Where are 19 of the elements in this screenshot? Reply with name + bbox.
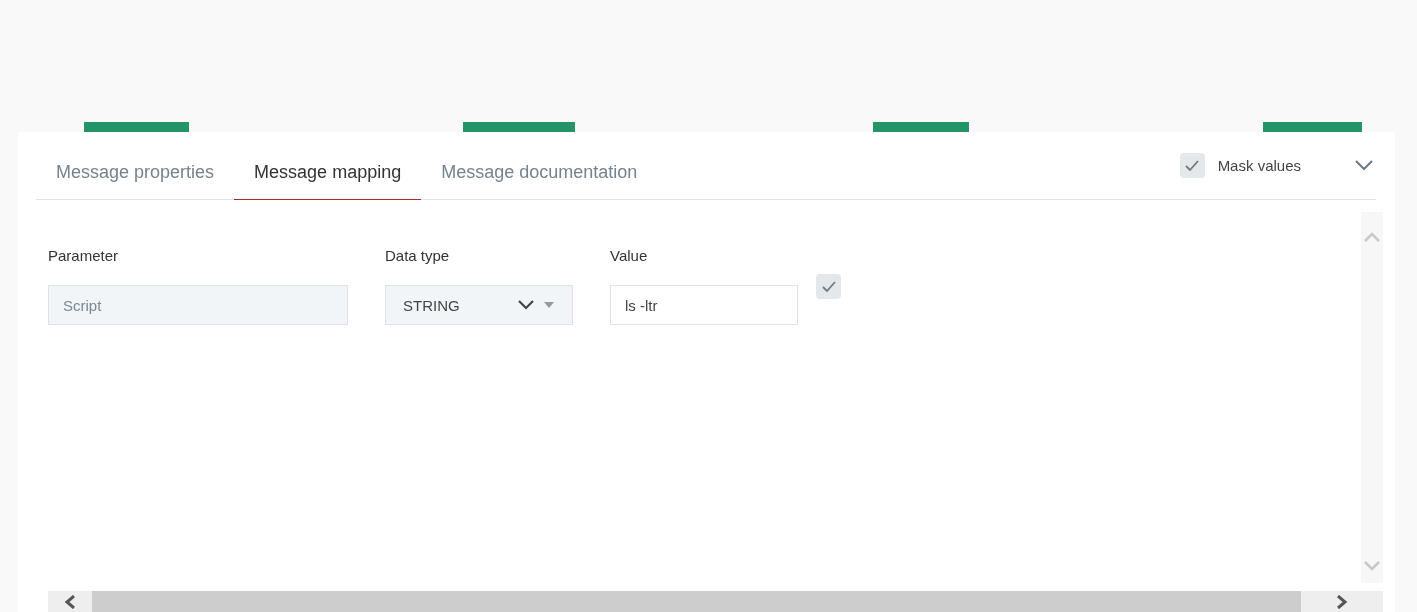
triangle-down-icon	[544, 302, 554, 308]
checkmark-icon	[821, 280, 836, 293]
chevron-down-icon[interactable]	[1355, 160, 1373, 171]
tab[interactable]: Message properties	[36, 133, 235, 200]
tab[interactable]: Message mapping	[234, 133, 422, 200]
scroll-right-icon[interactable]	[1336, 594, 1348, 609]
horizontal-scrollbar[interactable]	[48, 591, 1383, 612]
checkbox[interactable]	[1179, 153, 1205, 178]
scroll-left-icon[interactable]	[64, 594, 76, 609]
checkbox[interactable]	[816, 274, 841, 299]
data-type-select[interactable]: STRING	[385, 285, 573, 325]
column-header: Value	[610, 247, 649, 264]
tab[interactable]: Message documentation	[421, 133, 658, 200]
column-header: Data type	[385, 247, 451, 264]
chevron-down-icon	[518, 300, 534, 310]
column-header: Parameter	[48, 247, 120, 264]
value-field[interactable]: ls -ltr	[610, 285, 798, 325]
checkmark-icon	[1185, 159, 1200, 172]
checkbox-label: Mask values	[1217, 157, 1301, 174]
